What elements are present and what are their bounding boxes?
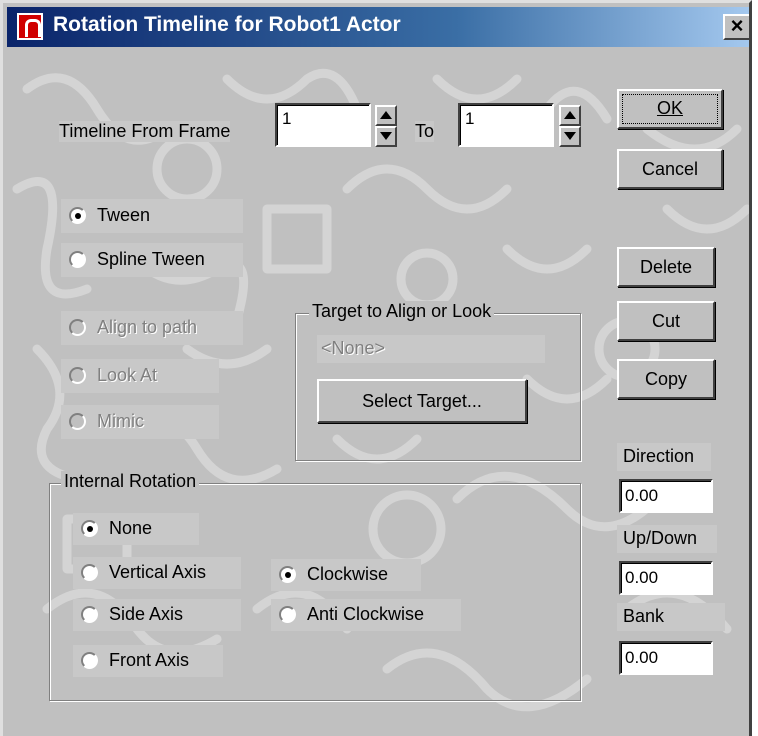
select-target-label: Select Target... [362,391,482,411]
from-frame-spinner[interactable] [375,105,397,147]
spline-tween-label: Spline Tween [97,249,205,269]
tween-option[interactable]: Tween [61,199,243,233]
bank-label: Bank [623,606,665,626]
tween-radio[interactable] [69,207,86,224]
bank-label-box: Bank [617,603,725,631]
look-at-label: Look At [97,365,158,385]
vertical-axis-option[interactable]: Vertical Axis [73,557,241,589]
clockwise-label: Clockwise [307,564,389,584]
spin-down-icon[interactable] [375,126,397,147]
side-axis-label: Side Axis [109,604,184,624]
clockwise-radio[interactable] [279,566,296,583]
mimic-radio[interactable] [69,413,86,430]
timeline-from-label: Timeline From Frame [59,121,231,142]
app-icon [17,13,43,40]
bank-input[interactable]: 0.00 [619,641,713,675]
rotation-none-option[interactable]: None [73,513,199,545]
delete-button[interactable]: Delete [617,247,715,287]
target-value-field: <None> [317,335,545,363]
vertical-axis-label: Vertical Axis [109,562,207,582]
title-bar[interactable]: Rotation Timeline for Robot1 Actor × [7,7,749,47]
anticlockwise-option[interactable]: Anti Clockwise [271,599,461,631]
ok-label: OK [656,98,683,118]
select-target-button[interactable]: Select Target... [317,379,527,423]
tween-label: Tween [97,205,151,225]
copy-label: Copy [644,369,688,389]
from-frame-input[interactable]: 1 [275,103,371,147]
spin-up-icon[interactable] [559,105,581,126]
clockwise-option[interactable]: Clockwise [271,559,421,591]
delete-label: Delete [639,257,693,277]
target-value: <None> [321,338,386,358]
ok-button[interactable]: OK [617,89,723,129]
front-axis-label: Front Axis [109,650,190,670]
front-axis-option[interactable]: Front Axis [73,645,223,677]
mimic-label: Mimic [97,411,144,431]
direction-label: Direction [623,446,695,466]
front-axis-radio[interactable] [81,652,98,669]
direction-label-box: Direction [617,443,711,471]
spin-down-icon[interactable] [559,126,581,147]
updown-input[interactable]: 0.00 [619,561,713,595]
direction-input[interactable]: 0.00 [619,479,713,513]
to-label: To [415,121,435,142]
cut-button[interactable]: Cut [617,301,715,341]
side-axis-radio[interactable] [81,606,98,623]
align-to-path-label: Align to path [97,317,198,337]
window-title: Rotation Timeline for Robot1 Actor [53,13,401,36]
copy-button[interactable]: Copy [617,359,715,399]
cut-label: Cut [651,311,680,331]
look-at-option[interactable]: Look At [61,359,219,393]
spin-up-icon[interactable] [375,105,397,126]
align-to-path-radio[interactable] [69,319,86,336]
updown-label: Up/Down [623,528,698,548]
anticlockwise-radio[interactable] [279,606,296,623]
vertical-axis-radio[interactable] [81,564,98,581]
align-to-path-option[interactable]: Align to path [61,311,243,345]
look-at-radio[interactable] [69,367,86,384]
cancel-label: Cancel [641,159,699,179]
dialog-window: Rotation Timeline for Robot1 Actor × Tim… [0,0,752,736]
mimic-option[interactable]: Mimic [61,405,219,439]
rotation-none-label: None [109,518,153,538]
cancel-button[interactable]: Cancel [617,149,723,189]
internal-rotation-title: Internal Rotation [61,471,200,492]
side-axis-option[interactable]: Side Axis [73,599,241,631]
updown-label-box: Up/Down [617,525,717,553]
close-button[interactable]: × [723,14,749,40]
rotation-none-radio[interactable] [81,520,98,537]
to-frame-input[interactable]: 1 [458,103,554,147]
spline-tween-option[interactable]: Spline Tween [61,243,243,277]
target-group-title: Target to Align or Look [309,301,495,322]
anticlockwise-label: Anti Clockwise [307,604,425,624]
spline-tween-radio[interactable] [69,251,86,268]
to-frame-spinner[interactable] [559,105,581,147]
